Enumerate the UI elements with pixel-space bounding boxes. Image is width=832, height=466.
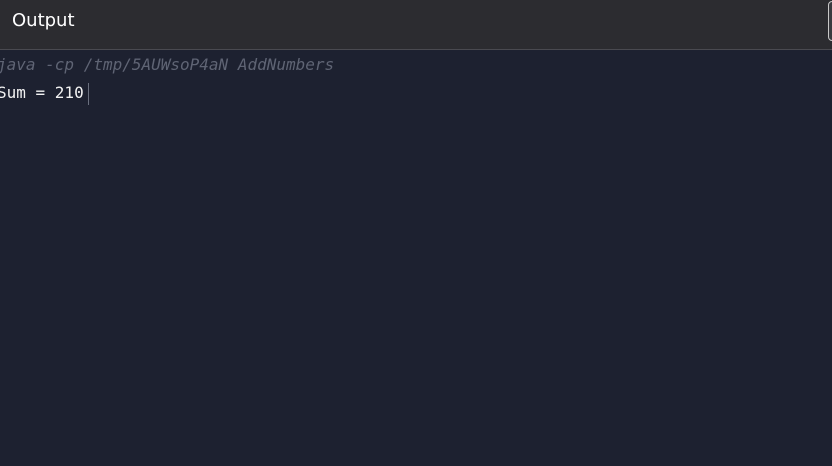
command-line: java -cp /tmp/5AUWsoP4aN AddNumbers xyxy=(0,55,335,74)
console-output[interactable]: java -cp /tmp/5AUWsoP4aN AddNumbers Sum … xyxy=(0,51,832,466)
output-panel: Output java -cp /tmp/5AUWsoP4aN AddNumbe… xyxy=(0,0,832,466)
text-cursor xyxy=(88,83,89,105)
output-header: Output xyxy=(0,0,832,50)
header-action-button[interactable] xyxy=(828,1,832,41)
panel-title: Output xyxy=(12,10,75,31)
output-line: Sum = 210 xyxy=(0,83,84,102)
